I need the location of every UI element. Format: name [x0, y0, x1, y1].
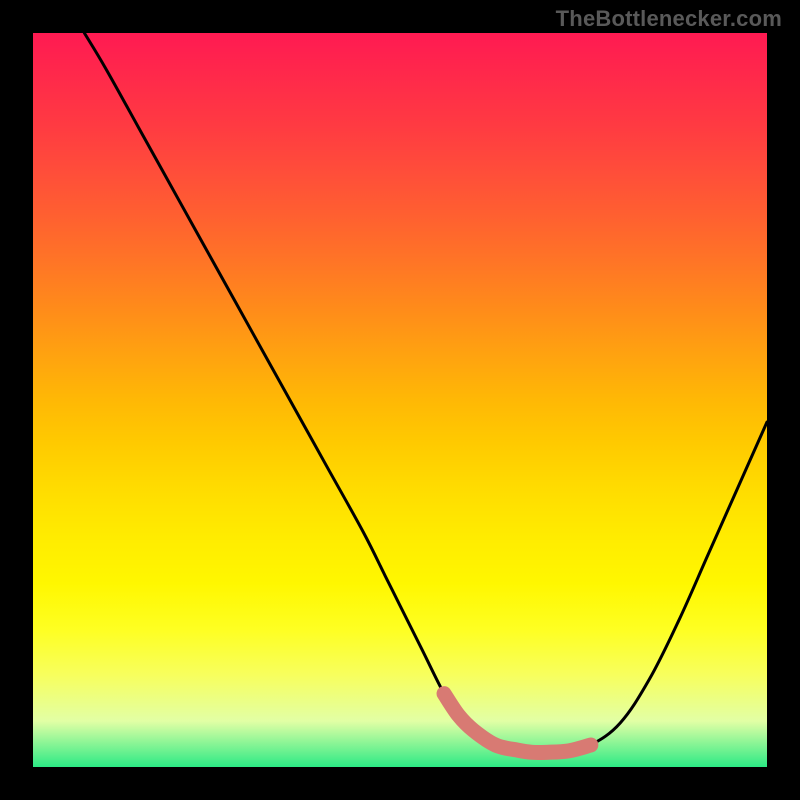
chart-stage: TheBottlenecker.com	[0, 0, 800, 800]
watermark-text: TheBottlenecker.com	[556, 6, 782, 32]
bottleneck-curve	[84, 33, 767, 753]
bottleneck-curve-highlight	[444, 694, 591, 753]
chart-svg	[33, 33, 767, 767]
